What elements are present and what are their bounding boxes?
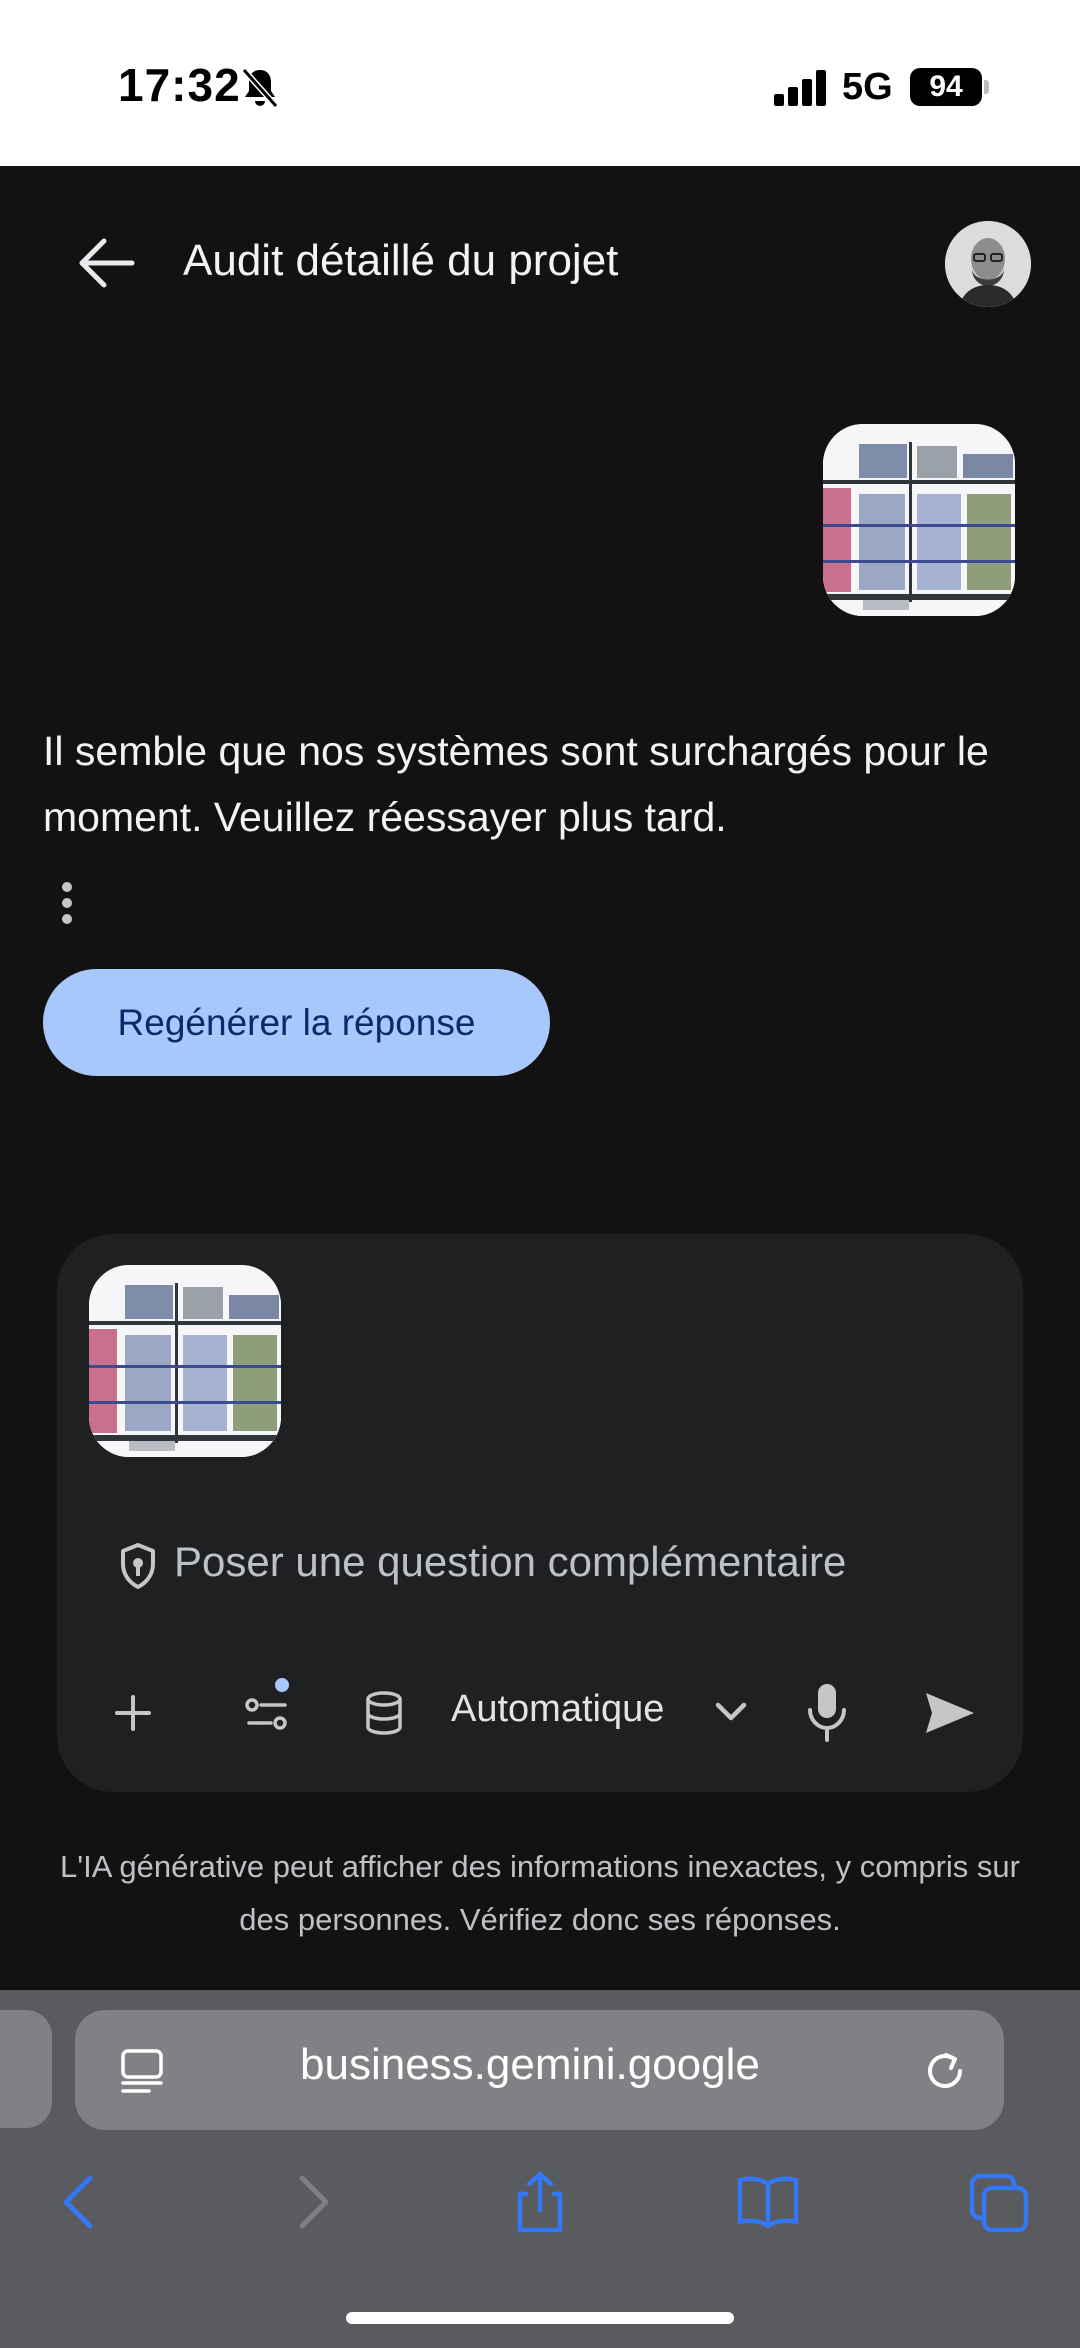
- status-time: 17:32: [118, 59, 241, 111]
- url-text[interactable]: business.gemini.google: [300, 2040, 760, 2090]
- home-indicator: [346, 2312, 734, 2324]
- bookmarks-icon[interactable]: [736, 2170, 800, 2234]
- reader-icon[interactable]: [119, 2047, 165, 2095]
- assistant-message: Il semble que nos systèmes sont surcharg…: [43, 728, 989, 840]
- model-selector[interactable]: Automatique: [451, 1688, 664, 1731]
- shelf-image: [89, 1265, 281, 1457]
- nav-forward-icon[interactable]: [280, 2170, 344, 2234]
- attached-image-thumbnail[interactable]: [89, 1265, 281, 1457]
- page-title: Audit détaillé du projet: [183, 236, 619, 285]
- back-arrow-icon[interactable]: [76, 236, 138, 290]
- regenerate-button[interactable]: Regénérer la réponse: [43, 969, 550, 1076]
- database-icon[interactable]: [362, 1685, 406, 1741]
- chevron-down-icon[interactable]: [710, 1685, 752, 1741]
- nav-back-icon[interactable]: [48, 2170, 112, 2234]
- battery-icon: 94: [910, 68, 982, 106]
- more-options-icon[interactable]: [52, 880, 82, 926]
- previous-tab-edge[interactable]: [0, 2010, 52, 2128]
- tabs-icon[interactable]: [968, 2170, 1032, 2234]
- shield-icon: [121, 1543, 155, 1589]
- tools-icon[interactable]: [243, 1675, 293, 1741]
- share-icon[interactable]: [508, 2170, 572, 2234]
- shelf-image: [823, 424, 1015, 616]
- signal-icon: [774, 70, 826, 106]
- battery-tip: [984, 80, 989, 94]
- send-icon[interactable]: [922, 1685, 978, 1741]
- status-bar: 17:32 5G 94: [0, 0, 1080, 166]
- sent-image-thumbnail[interactable]: [823, 424, 1015, 616]
- plus-icon[interactable]: [110, 1685, 156, 1741]
- microphone-icon[interactable]: [803, 1680, 851, 1746]
- bell-off-icon: [241, 68, 279, 108]
- disclaimer-text: L'IA générative peut afficher des inform…: [60, 1849, 1020, 1937]
- follow-up-input[interactable]: Poser une question complémentaire: [174, 1538, 846, 1586]
- avatar-portrait: [945, 221, 1031, 307]
- network-type: 5G: [842, 66, 893, 108]
- reload-icon[interactable]: [920, 2046, 970, 2096]
- user-avatar[interactable]: [945, 221, 1031, 307]
